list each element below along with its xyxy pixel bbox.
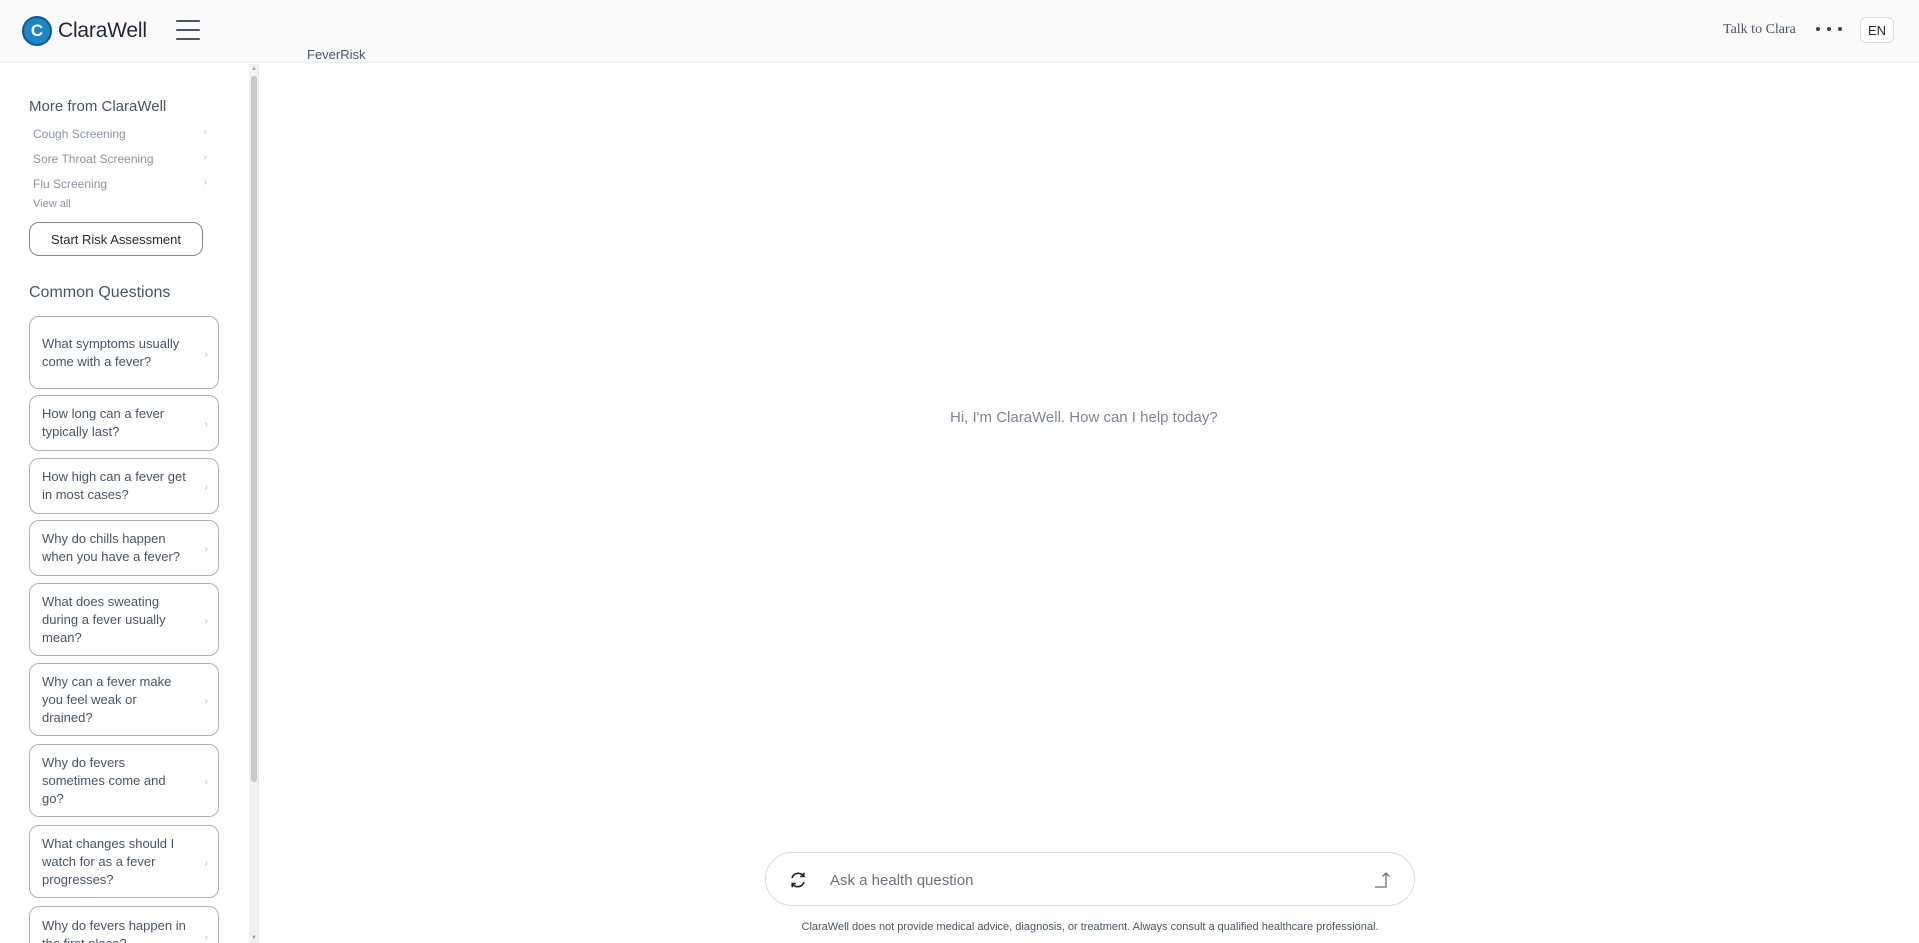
page-label: FeverRisk: [307, 47, 366, 62]
chevron-right-icon: ›: [204, 615, 208, 627]
more-options-icon[interactable]: [1816, 19, 1842, 39]
sidebar-link-cough-screening[interactable]: Cough Screening ›: [33, 127, 207, 141]
question-card[interactable]: How high can a fever get in most cases? …: [29, 458, 219, 514]
question-label: What does sweating during a fever usuall…: [42, 593, 166, 645]
sidebar-scrollbar[interactable]: ▲ ▼: [249, 64, 258, 943]
question-label: Why can a fever make you feel weak or dr…: [42, 673, 172, 725]
question-label: Why do chills happen when you have a fev…: [42, 531, 181, 564]
talk-to-clara-link[interactable]: Talk to Clara: [1723, 22, 1796, 38]
chevron-right-icon: ›: [204, 544, 208, 555]
refresh-icon[interactable]: [788, 870, 808, 890]
brand-name: ClaraWell: [58, 19, 147, 42]
sidebar: More from ClaraWell Cough Screening › So…: [0, 64, 259, 943]
view-all-link[interactable]: View all: [33, 198, 71, 210]
question-card[interactable]: What changes should I watch for as a fev…: [29, 825, 219, 898]
claraWell-logo-icon: C: [22, 16, 52, 46]
question-label: Why do fevers sometimes come and go?: [42, 754, 166, 806]
brand-logo[interactable]: C ClaraWell: [22, 16, 147, 46]
language-button[interactable]: EN: [1860, 17, 1894, 43]
chevron-right-icon: ›: [204, 776, 208, 788]
question-card[interactable]: Why do chills happen when you have a fev…: [29, 520, 219, 576]
sidebar-link-label: Flu Screening: [33, 177, 108, 191]
sidebar-link-flu-screening[interactable]: Flu Screening ›: [33, 177, 207, 191]
question-card[interactable]: What does sweating during a fever usuall…: [29, 583, 219, 656]
sidebar-link-label: Sore Throat Screening: [33, 152, 154, 166]
chevron-right-icon: ›: [204, 348, 208, 360]
ask-bar: [765, 852, 1415, 906]
start-risk-assessment-button[interactable]: Start Risk Assessment: [29, 222, 203, 256]
hamburger-menu-icon[interactable]: [176, 20, 200, 42]
scroll-up-arrow-icon[interactable]: ▲: [251, 66, 257, 72]
chevron-right-icon: ›: [203, 152, 207, 163]
question-card[interactable]: What symptoms usually come with a fever?…: [29, 316, 219, 389]
send-arrow-icon[interactable]: [1372, 869, 1392, 889]
disclaimer: ClaraWell does not provide medical advic…: [0, 921, 1919, 933]
sidebar-link-sore-throat-screening[interactable]: Sore Throat Screening ›: [33, 152, 207, 166]
chevron-right-icon: ›: [204, 419, 208, 430]
sidebar-link-label: Cough Screening: [33, 127, 126, 141]
chevron-right-icon: ›: [203, 177, 207, 188]
question-card[interactable]: Why can a fever make you feel weak or dr…: [29, 663, 219, 736]
scrollbar-thumb[interactable]: [251, 76, 257, 782]
chevron-right-icon: ›: [203, 127, 207, 138]
common-questions-title: Common Questions: [29, 284, 171, 301]
ask-question-input[interactable]: [830, 865, 1350, 895]
chevron-right-icon: ›: [204, 482, 208, 493]
disclaimer-text: ClaraWell does not provide medical advic…: [801, 921, 1379, 933]
question-label: How long can a fever typically last?: [42, 406, 165, 439]
question-label: What changes should I watch for as a fev…: [42, 835, 175, 887]
chevron-right-icon: ›: [204, 857, 208, 869]
more-from-title: More from ClaraWell: [29, 98, 167, 115]
scroll-down-arrow-icon[interactable]: ▼: [251, 935, 257, 941]
question-card[interactable]: How long can a fever typically last? ›: [29, 395, 219, 451]
question-label: How high can a fever get in most cases?: [42, 469, 186, 502]
top-bar: C ClaraWell FeverRisk Talk to Clara EN: [0, 0, 1919, 63]
question-label: What symptoms usually come with a fever?: [42, 335, 180, 369]
question-card[interactable]: Why do fevers sometimes come and go? ›: [29, 744, 219, 817]
chevron-right-icon: ›: [204, 695, 208, 707]
greeting-text: Hi, I'm ClaraWell. How can I help today?: [950, 409, 1218, 426]
